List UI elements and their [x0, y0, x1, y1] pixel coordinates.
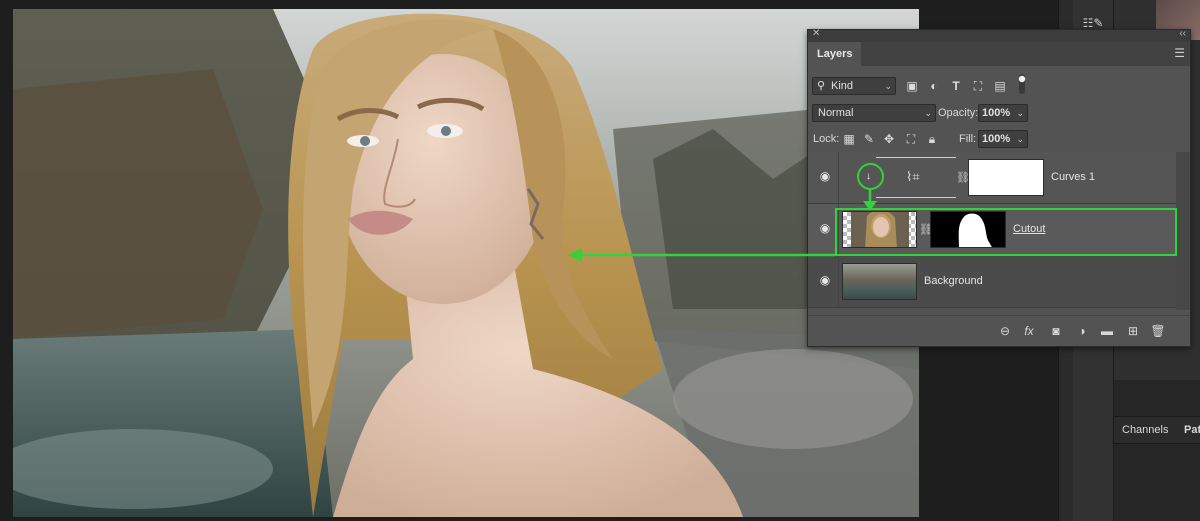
lock-brush-icon[interactable]: ✎	[861, 131, 877, 147]
new-layer-icon[interactable]: ⊞	[1124, 322, 1142, 340]
search-icon: ⚲	[817, 80, 826, 92]
layer-name[interactable]: Background	[924, 275, 983, 287]
curves-icon: ⌇⌗	[906, 169, 920, 184]
lock-artboard-icon[interactable]: ⛶	[903, 131, 919, 147]
layers-scrollbar[interactable]	[1176, 152, 1190, 310]
add-mask-icon[interactable]: ◙	[1047, 322, 1065, 340]
chevron-down-icon: ⌄	[884, 81, 892, 91]
layer-name[interactable]: Curves 1	[1051, 171, 1095, 183]
layer-row-background[interactable]: ◉ Background	[808, 256, 1176, 308]
tab-layers[interactable]: Layers	[808, 42, 862, 66]
filter-kind-value: Kind	[831, 80, 854, 92]
type-filter-icon[interactable]: T	[948, 78, 964, 94]
panel-title-bar: ✕ ‹‹	[808, 28, 1190, 42]
eye-icon[interactable]: ◉	[817, 272, 833, 288]
portrait-photo	[13, 9, 919, 517]
layer-thumb[interactable]	[842, 263, 917, 300]
fill-value: 100%	[982, 133, 1011, 145]
chevron-down-icon: ⌄	[924, 108, 932, 118]
fill-field[interactable]: 100% ⌄	[978, 130, 1028, 148]
opacity-label: Opacity:	[938, 107, 979, 119]
highlight-circle	[857, 163, 884, 190]
layers-bottom-toolbar: ⊖ fx ◙ ◑ ▬ ⊞ 🗑︎	[808, 315, 1190, 346]
close-icon[interactable]: ✕	[812, 28, 820, 39]
lock-label: Lock:	[813, 133, 840, 145]
adjustment-filter-icon[interactable]: ◐	[926, 78, 942, 94]
lock-move-icon[interactable]: ✥	[881, 131, 897, 147]
highlight-box	[835, 208, 1177, 256]
tab-paths[interactable]: Pat	[1184, 424, 1200, 436]
right-lower-panel	[1114, 380, 1200, 521]
collapse-icon[interactable]: ‹‹	[1179, 28, 1186, 39]
shape-filter-icon[interactable]: ⛶	[970, 78, 986, 94]
chevron-down-icon[interactable]: ⌄	[1016, 105, 1024, 121]
panel-menu-icon[interactable]: ☰	[1174, 46, 1185, 60]
lock-all-icon[interactable]: 🔒︎	[924, 131, 940, 147]
blend-mode-value: Normal	[818, 107, 854, 119]
chevron-down-icon[interactable]: ⌄	[1016, 131, 1024, 147]
opacity-field[interactable]: 100% ⌄	[978, 104, 1028, 122]
new-group-icon[interactable]: ▬	[1098, 322, 1116, 340]
eye-icon[interactable]: ◉	[817, 220, 833, 236]
fill-label: Fill:	[959, 133, 977, 145]
layer-mask-thumb[interactable]	[968, 159, 1044, 196]
image-filter-icon[interactable]: ▣	[904, 78, 920, 94]
panel-tab-row: Layers ☰	[808, 42, 1190, 66]
document-canvas[interactable]	[13, 9, 919, 517]
filter-toggle-icon[interactable]	[1014, 74, 1030, 94]
link-layers-icon[interactable]: ⊖	[996, 322, 1014, 340]
opacity-value: 100%	[982, 107, 1011, 119]
blend-mode-select[interactable]: Normal ⌄	[812, 104, 936, 122]
channels-tab-bar: Channels Pat	[1114, 416, 1200, 444]
adjustment-layer-icon[interactable]: ◑	[1073, 322, 1091, 340]
tab-channels[interactable]: Channels	[1122, 424, 1168, 436]
eye-icon[interactable]: ◉	[817, 168, 833, 184]
trash-icon[interactable]: 🗑︎	[1149, 322, 1167, 340]
fx-icon[interactable]: fx	[1020, 322, 1038, 340]
lock-transparent-icon[interactable]: ▦	[841, 131, 857, 147]
smart-object-filter-icon[interactable]: ▤	[992, 78, 1008, 94]
filter-kind-select[interactable]: ⚲ Kind ⌄	[812, 77, 896, 95]
